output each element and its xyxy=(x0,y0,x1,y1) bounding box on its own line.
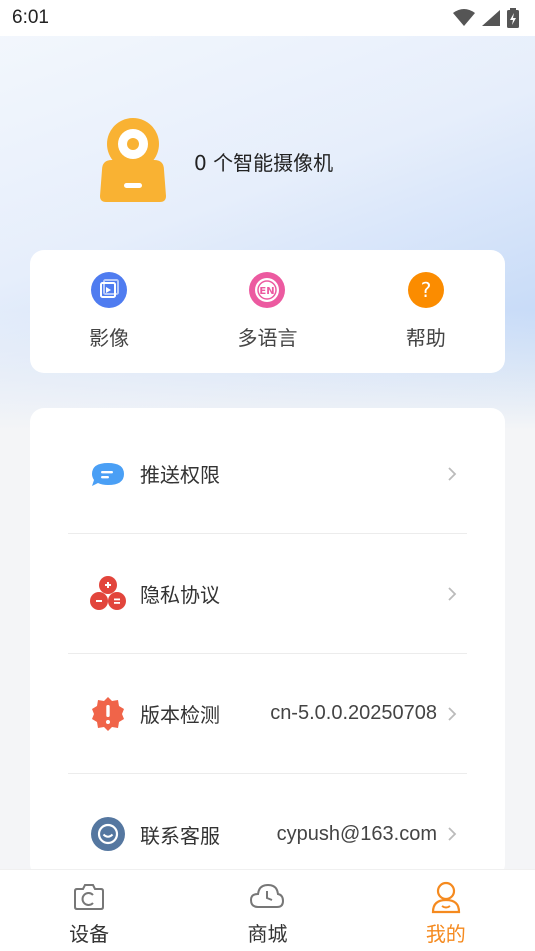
settings-row-label: 推送权限 xyxy=(140,463,220,487)
settings-row-push-permission[interactable]: 推送权限 xyxy=(68,414,467,534)
status-bar: 6:01 xyxy=(0,0,535,36)
status-time: 6:01 xyxy=(12,7,49,28)
chevron-right-icon xyxy=(448,827,457,841)
mall-cloud-icon xyxy=(250,883,285,908)
tab-mall[interactable]: 商城 xyxy=(178,870,356,951)
quick-action-video[interactable]: 影像 xyxy=(30,250,188,373)
chevron-right-icon xyxy=(448,586,457,601)
settings-row-label: 联系客服 xyxy=(140,823,220,848)
tab-label: 商城 xyxy=(247,922,288,946)
settings-card: 推送权限 隐私协议 版本检测 cn-5.0.0.20250708 联系客服 cy… xyxy=(30,408,505,878)
settings-row-privacy[interactable]: 隐私协议 xyxy=(68,534,467,654)
help-icon: ? xyxy=(407,272,444,308)
battery-icon xyxy=(507,8,519,28)
chevron-right-icon xyxy=(448,466,457,481)
signal-icon xyxy=(482,10,500,26)
settings-row-label: 版本检测 xyxy=(140,703,220,727)
quick-action-help[interactable]: ? 帮助 xyxy=(347,250,505,373)
language-en-icon: EN xyxy=(249,272,286,308)
device-camera-icon xyxy=(74,884,105,910)
push-message-icon xyxy=(92,462,124,486)
bottom-tab-bar: 设备 商城 我的 xyxy=(0,869,535,951)
version-alert-icon xyxy=(92,696,124,731)
svg-text:EN: EN xyxy=(260,286,275,297)
quick-action-language[interactable]: EN 多语言 xyxy=(188,250,346,373)
quick-actions-card: 影像 EN 多语言 ? 帮助 xyxy=(30,250,505,373)
tab-devices[interactable]: 设备 xyxy=(0,870,178,951)
chevron-right-icon xyxy=(448,706,457,721)
camera-count: 0 个智能摄像机 xyxy=(194,150,334,175)
tab-profile[interactable]: 我的 xyxy=(357,870,535,951)
settings-row-label: 隐私协议 xyxy=(140,583,220,607)
quick-action-label: 帮助 xyxy=(405,326,446,350)
customer-service-icon xyxy=(91,817,125,851)
profile-icon xyxy=(431,881,460,914)
tab-label: 设备 xyxy=(69,922,110,946)
smart-camera-icon xyxy=(100,118,166,202)
version-value: cn-5.0.0.20250708 xyxy=(270,702,437,724)
privacy-icon xyxy=(90,575,126,610)
tab-label: 我的 xyxy=(425,922,466,946)
profile-header: 0 个智能摄像机 xyxy=(96,116,333,206)
quick-action-label: 影像 xyxy=(89,326,130,350)
video-icon xyxy=(91,272,128,308)
settings-row-version-check[interactable]: 版本检测 cn-5.0.0.20250708 xyxy=(68,654,467,774)
support-email-value: cypush@163.com xyxy=(276,822,437,845)
wifi-icon xyxy=(453,9,475,26)
svg-text:?: ? xyxy=(421,278,432,302)
quick-action-label: 多语言 xyxy=(237,326,298,350)
